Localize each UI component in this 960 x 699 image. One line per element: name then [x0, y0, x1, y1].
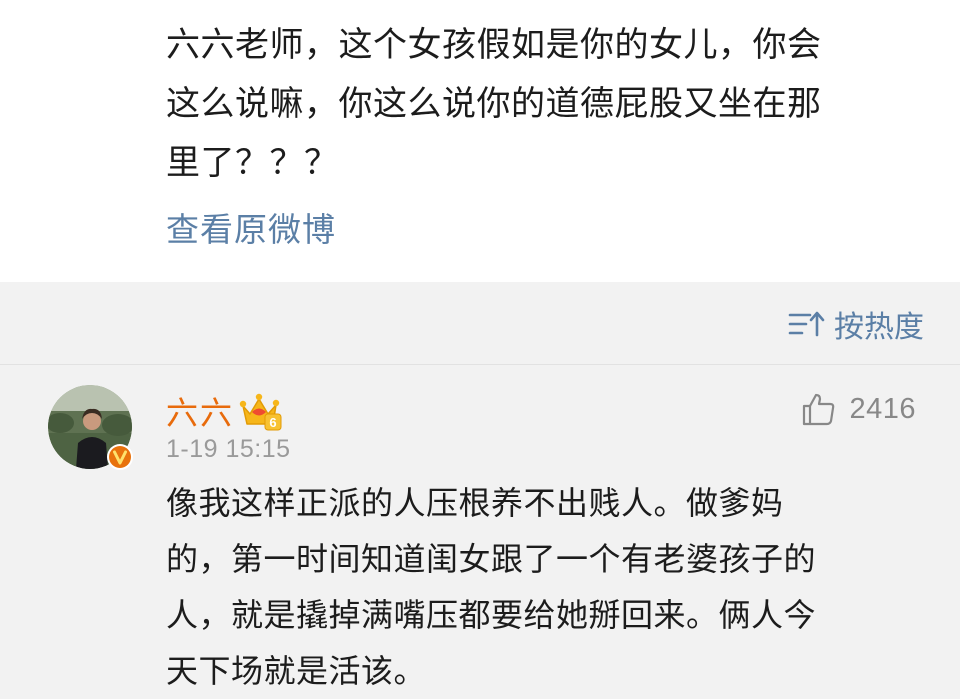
like-button[interactable]: 2416 — [801, 391, 916, 427]
crown-icon: 6 — [239, 393, 282, 431]
username[interactable]: 六六 — [166, 388, 234, 434]
verified-v-icon — [107, 444, 133, 470]
vip-level: 6 — [269, 415, 276, 430]
view-original-link[interactable]: 查看原微博 — [166, 205, 336, 255]
thumb-up-icon — [803, 393, 835, 426]
username-row: 六六 6 — [166, 389, 282, 433]
sort-icon — [788, 311, 825, 337]
comment-item: 六六 6 1-19 15:15 2416 像我这样正派的人压根养不出贱人。做爹妈… — [0, 365, 960, 697]
comments-header: 按热度 — [0, 282, 960, 364]
original-post-card: 六六老师，这个女孩假如是你的女儿，你会 这么说嘛，你这么说你的道德屁股又坐在那 … — [0, 0, 960, 282]
comment-timestamp: 1-19 15:15 — [166, 435, 291, 463]
avatar-container[interactable] — [48, 385, 133, 470]
like-count: 2416 — [849, 392, 916, 425]
sort-label: 按热度 — [834, 310, 924, 345]
comment-text: 像我这样正派的人压根养不出贱人。做爹妈 的，第一时间知道闺女跟了一个有老婆孩子的… — [166, 484, 817, 690]
post-text: 六六老师，这个女孩假如是你的女儿，你会 这么说嘛，你这么说你的道德屁股又坐在那 … — [166, 25, 822, 183]
sort-by-hotness-button[interactable]: 按热度 — [788, 302, 924, 346]
